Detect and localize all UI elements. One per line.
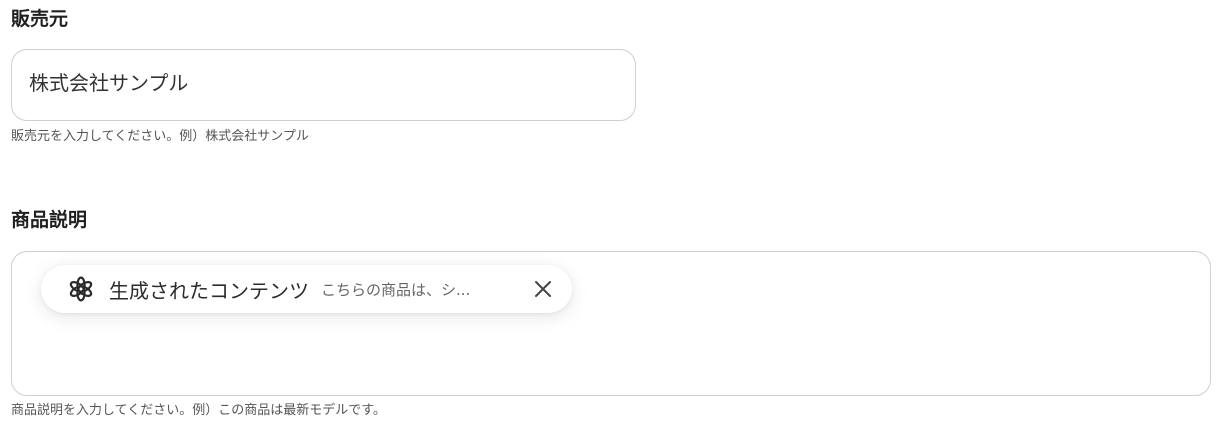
generated-content-chip[interactable]: 生成されたコンテンツ こちらの商品は、シ... xyxy=(41,265,572,313)
vendor-label: 販売元 xyxy=(11,8,69,30)
description-help-text: 商品説明を入力してください。例）この商品は最新モデルです。 xyxy=(11,403,386,418)
chip-title: 生成されたコンテンツ xyxy=(109,278,309,303)
close-icon[interactable] xyxy=(528,274,558,304)
vendor-input[interactable]: 株式会社サンプル xyxy=(11,49,636,121)
vendor-input-value: 株式会社サンプル xyxy=(29,71,189,95)
chip-preview-text: こちらの商品は、シ... xyxy=(321,280,471,299)
vendor-help-text: 販売元を入力してください。例）株式会社サンプル xyxy=(11,129,309,144)
description-label: 商品説明 xyxy=(11,209,88,231)
openai-logo-icon xyxy=(67,275,95,303)
